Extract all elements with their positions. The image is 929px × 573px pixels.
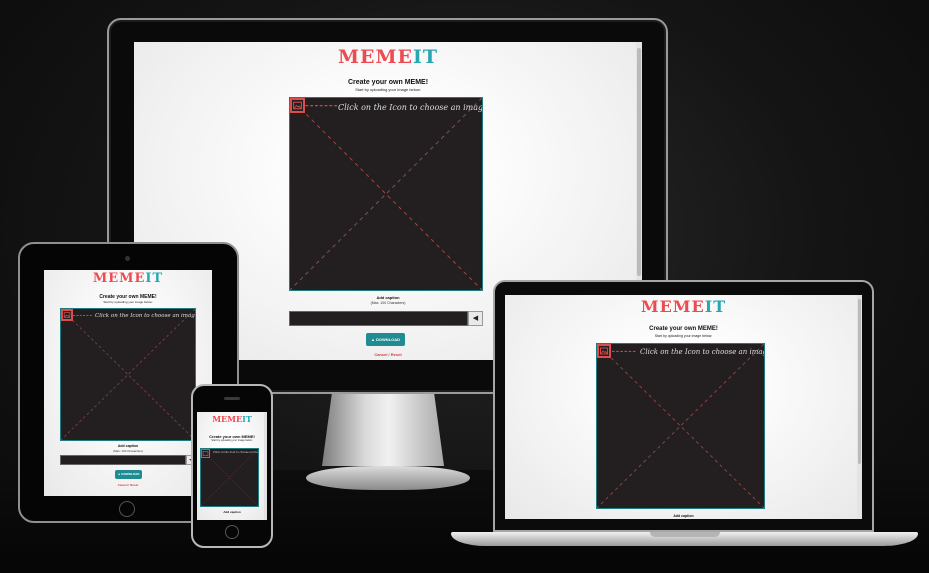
meme-canvas[interactable]: Click on the Icon to choose an image! [596,343,765,509]
choose-image-hint: Click on the Icon to choose an image! [95,313,196,319]
tablet-camera [125,256,130,261]
laptop-scrollbar[interactable] [857,295,862,519]
choose-image-icon[interactable] [61,309,73,321]
choose-image-hint: Click on the Icon to choose an image! [213,451,259,454]
canvas-placeholder-cross [61,309,195,440]
monitor-stand-foot [306,466,470,490]
choose-image-icon[interactable] [597,344,611,358]
caption-input[interactable] [60,455,186,465]
caption-input[interactable] [289,311,468,326]
caption-submit-button[interactable]: ◀ [468,311,483,326]
caption-label: Add caption [117,444,139,448]
page-subheading: Start by uploading your image below: [654,334,713,338]
tablet-screen: MEMEIT Create your own MEME! Start by up… [44,270,212,496]
caption-max-note: (Max: 100 Characters) [113,449,143,453]
meme-canvas[interactable]: Click on the Icon to choose an image! [60,308,196,441]
logo[interactable]: MEMEIT [44,271,212,286]
caption-label: Add caption [673,514,694,518]
phone-scrollbar[interactable] [264,412,267,520]
page-subheading: Start by uploading your image below: [103,300,153,304]
page-subheading: Start by uploading your image below: [211,439,253,442]
tablet-home-button[interactable] [119,501,135,517]
page-heading: Create your own MEME! [347,79,429,86]
reset-link[interactable]: Cancel / Reset [44,483,212,487]
logo[interactable]: MEMEIT [197,414,267,424]
page-subheading: Start by uploading your image below: [355,87,421,92]
monitor-stand-neck [322,394,444,466]
phone-home-button[interactable] [225,525,239,539]
choose-image-icon[interactable] [290,98,305,113]
logo[interactable]: MEMEIT [134,46,642,68]
download-button[interactable]: ▲ DOWNLOAD [115,470,142,479]
choose-image-icon[interactable] [201,449,210,458]
logo[interactable]: MEMEIT [505,297,862,316]
download-button[interactable]: ▲ DOWNLOAD [366,333,405,346]
phone-speaker [224,397,240,400]
phone-screen: MEMEIT Create your own MEME! Start by up… [197,412,267,520]
meme-canvas[interactable]: Click on the Icon to choose an image! [289,97,483,291]
choose-image-hint: Click on the Icon to choose an image! [640,348,765,356]
laptop-notch [650,532,720,537]
canvas-placeholder-cross [290,98,482,290]
caption-label: Add caption [223,510,241,514]
page-heading: Create your own MEME! [649,326,718,332]
laptop-screen: MEMEIT Create your own MEME! Start by up… [505,295,862,519]
meme-canvas[interactable]: Click on the Icon to choose an image! [200,448,259,507]
choose-image-hint: Click on the Icon to choose an image! [338,103,483,112]
canvas-placeholder-cross [597,344,764,508]
